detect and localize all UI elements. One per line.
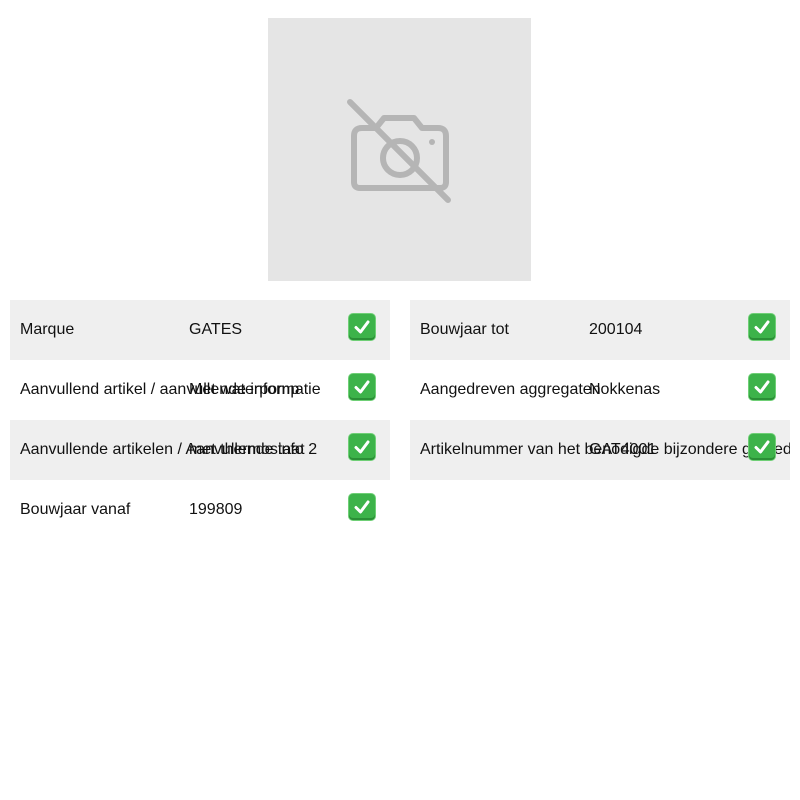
attribute-row: Aanvullend artikel / aanvullende informa… (10, 360, 390, 420)
no-photo-icon (347, 99, 451, 203)
attribute-value: Nokkenas (589, 381, 661, 398)
attribute-value: 200104 (589, 321, 643, 338)
attribute-row: Artikelnummer van het benodigde bijzonde… (410, 420, 790, 480)
attribute-label: Marque (20, 321, 75, 338)
attribute-row: Marque GATES (10, 300, 390, 360)
attribute-row: Bouwjaar vanaf 199809 (10, 480, 390, 540)
attribute-value: Met waterpomp (189, 381, 300, 398)
attribute-label: Bouwjaar tot (420, 321, 509, 338)
attribute-value: 199809 (189, 501, 243, 518)
attribute-row: Aanvullende artikelen / Aanvullende info… (10, 420, 390, 480)
check-icon (749, 374, 775, 400)
check-icon (349, 494, 375, 520)
attribute-label: Aangedreven aggregaten (420, 381, 601, 398)
check-icon (749, 434, 775, 460)
attribute-row: Bouwjaar tot 200104 (410, 300, 790, 360)
attribute-value: GATES (189, 321, 243, 338)
attribute-value: met thermostaat (189, 441, 305, 458)
attribute-value: GAT4001 (589, 441, 657, 458)
check-icon (749, 314, 775, 340)
check-icon (349, 434, 375, 460)
check-icon (349, 374, 375, 400)
check-icon (349, 314, 375, 340)
product-image-placeholder (268, 18, 531, 281)
attribute-label: Bouwjaar vanaf (20, 501, 131, 518)
attributes-table-left: Marque GATES Aanvullend artikel / aanvul… (10, 300, 390, 540)
attributes-table-right: Bouwjaar tot 200104 Aangedreven aggregat… (410, 300, 790, 480)
attribute-row: Aangedreven aggregaten Nokkenas (410, 360, 790, 420)
